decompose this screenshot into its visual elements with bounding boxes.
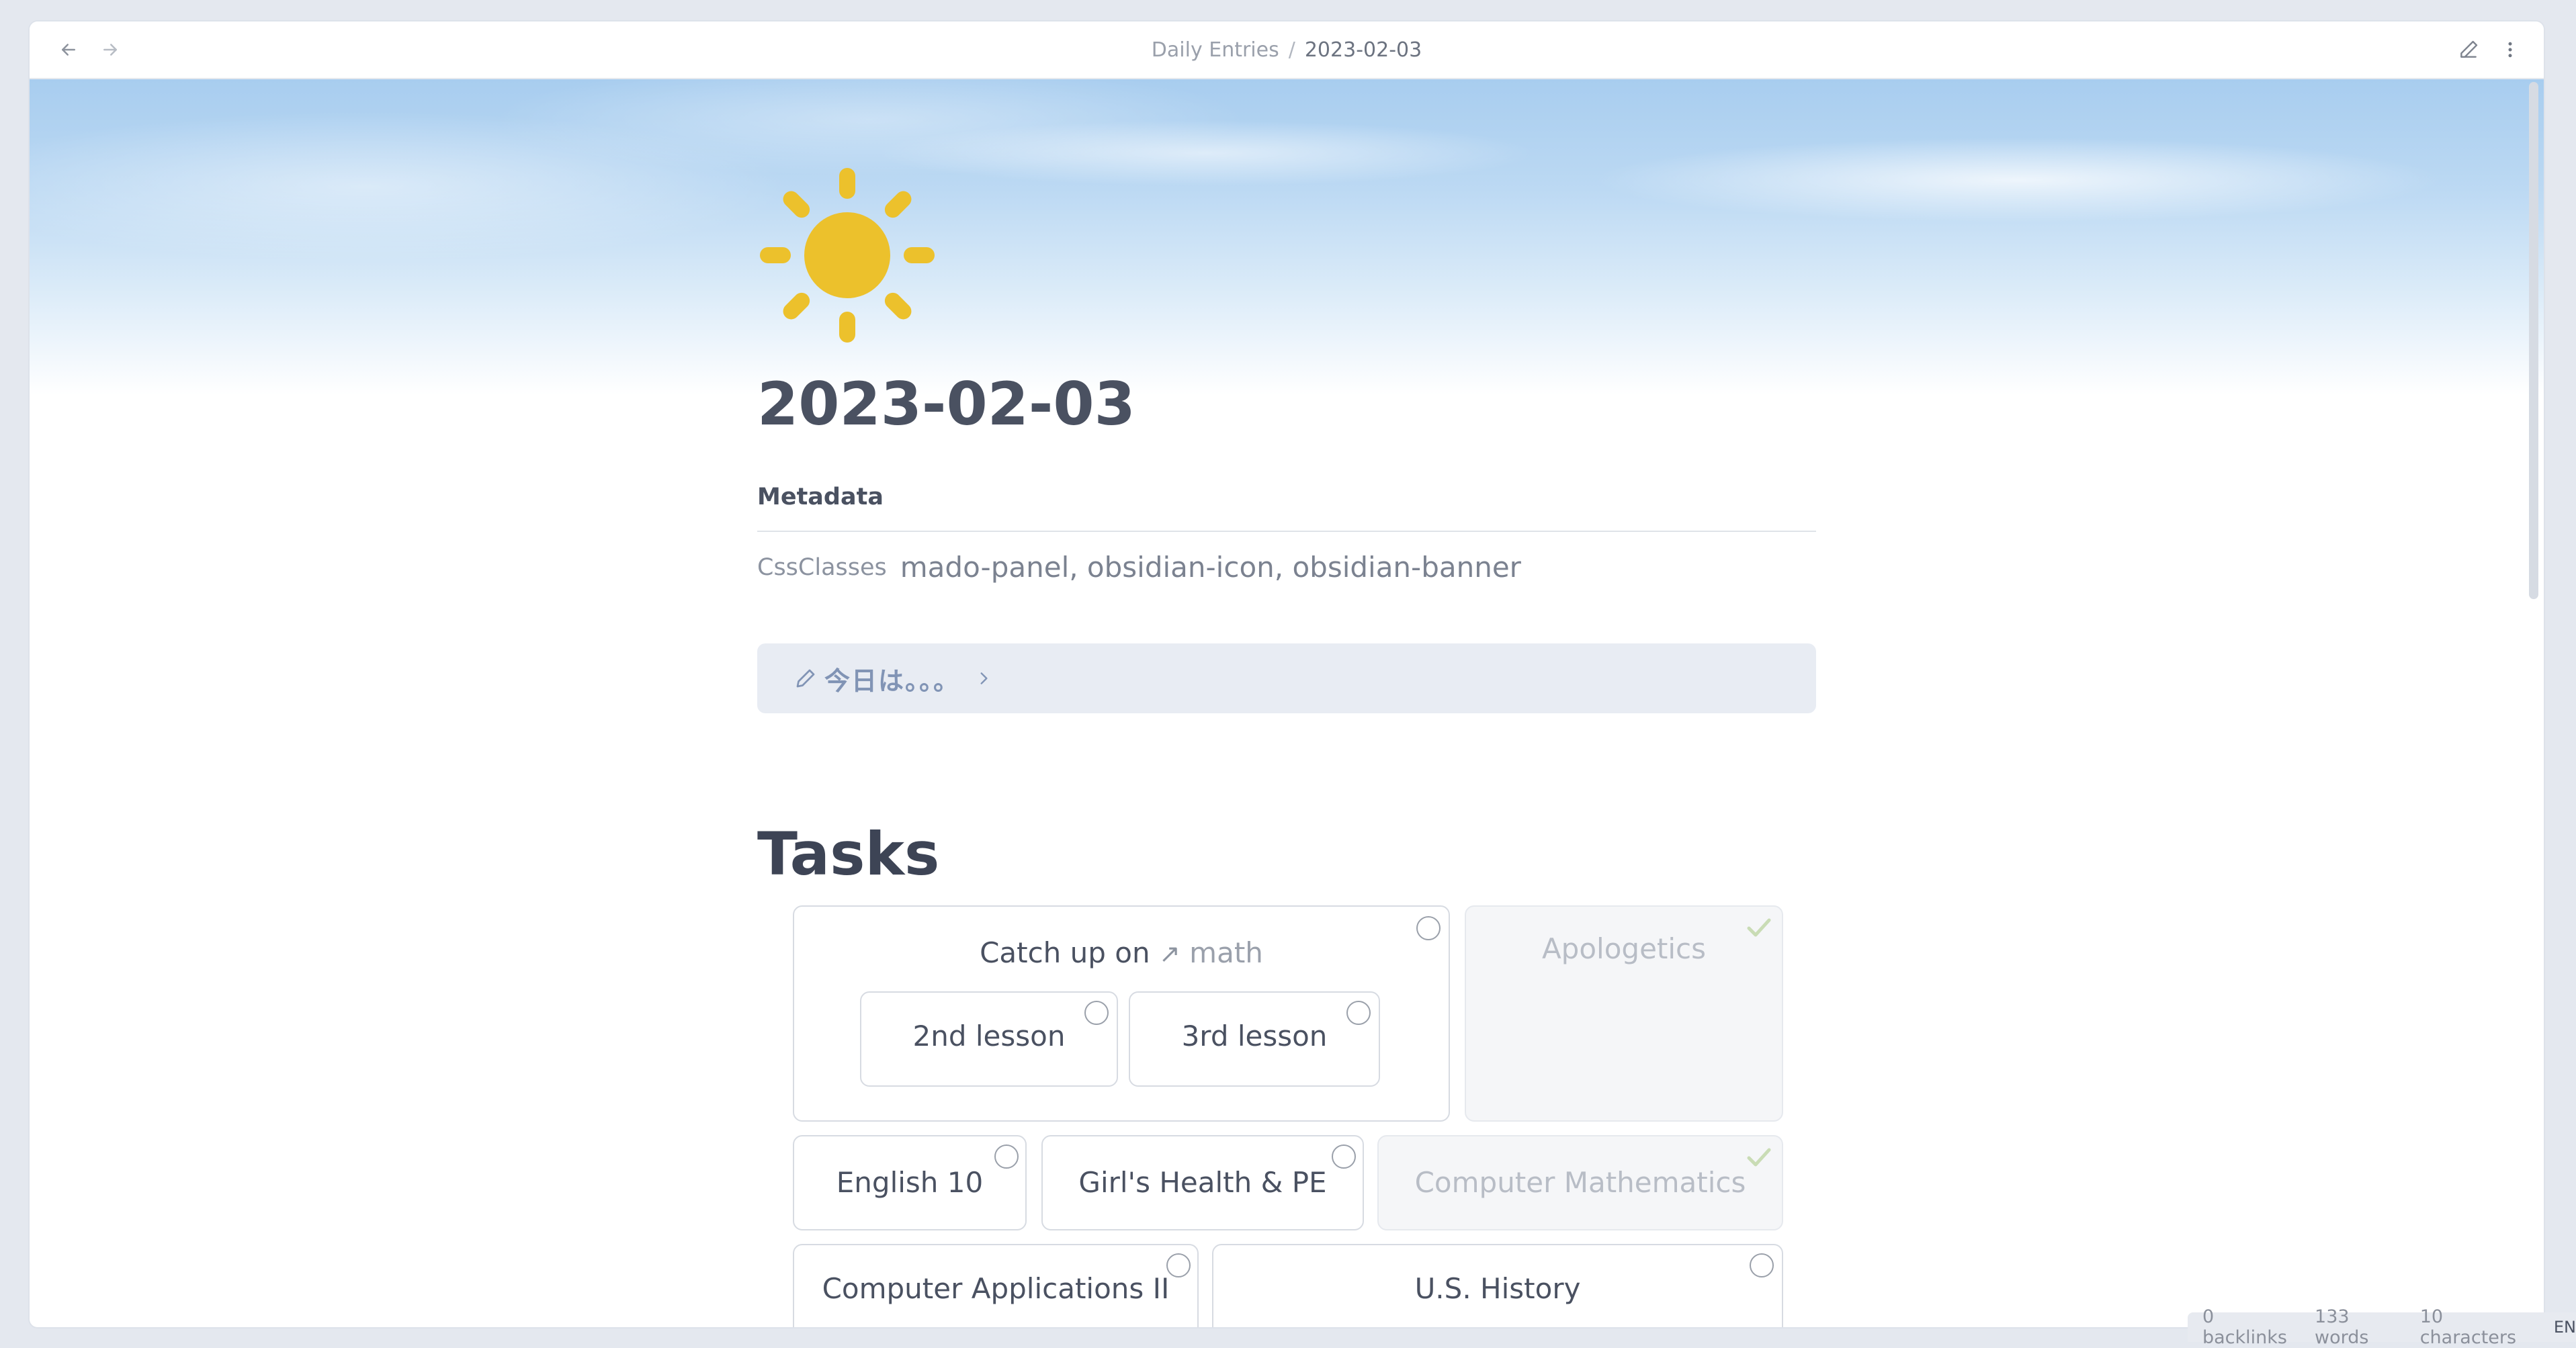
- task-label: Apologetics: [1541, 932, 1707, 965]
- task-card-3rd-lesson[interactable]: 3rd lesson: [1129, 991, 1380, 1087]
- task-checkbox[interactable]: [1416, 916, 1441, 940]
- metadata-property[interactable]: CssClasses mado-panel, obsidian-icon, ob…: [757, 551, 1521, 584]
- note-title[interactable]: 2023-02-03: [757, 364, 1135, 445]
- task-label: 3rd lesson: [1181, 1020, 1328, 1052]
- title-bar: Daily Entries / 2023-02-03: [30, 21, 2544, 79]
- external-link-icon: ↗: [1158, 939, 1180, 969]
- task-checkbox[interactable]: [1084, 1001, 1109, 1025]
- task-checkbox[interactable]: [1346, 1001, 1371, 1025]
- task-checkbox[interactable]: [994, 1144, 1019, 1169]
- breadcrumb-parent[interactable]: Daily Entries: [1152, 38, 1279, 62]
- checkmark-icon[interactable]: [1746, 916, 1772, 939]
- tasks-heading[interactable]: Tasks: [757, 814, 939, 895]
- status-bar: 0 backlinks 133 words 10 characters EN: [2188, 1306, 2576, 1348]
- pencil-icon: [2460, 40, 2478, 58]
- task-card-english[interactable]: English 10: [793, 1135, 1027, 1230]
- task-prefix: Catch up on: [980, 936, 1150, 969]
- task-label: English 10: [836, 1166, 984, 1199]
- metadata-divider: [757, 531, 1816, 532]
- task-card-health[interactable]: Girl's Health & PE: [1041, 1135, 1364, 1230]
- math-link[interactable]: math: [1189, 936, 1263, 969]
- task-card-catchup[interactable]: Catch up on ↗ math 2nd lesson 3rd lesson: [793, 905, 1450, 1122]
- edit-button[interactable]: [2452, 34, 2485, 66]
- sun-icon: [760, 168, 935, 343]
- task-checkbox[interactable]: [1750, 1253, 1774, 1277]
- task-checkbox[interactable]: [1332, 1144, 1356, 1169]
- breadcrumb-separator: /: [1288, 38, 1295, 62]
- task-label-catchup: Catch up on ↗ math: [794, 936, 1449, 969]
- checkmark-icon[interactable]: [1746, 1146, 1772, 1169]
- callout-title: 今日は。。。: [824, 666, 961, 696]
- task-checkbox[interactable]: [1166, 1253, 1191, 1277]
- task-label: Girl's Health & PE: [1078, 1166, 1327, 1199]
- pencil-icon: [796, 669, 815, 688]
- callout-box[interactable]: 今日は。。。: [757, 643, 1816, 713]
- more-vertical-icon: [2508, 42, 2512, 58]
- scrollbar[interactable]: [2529, 82, 2538, 599]
- task-card-computer-mathematics[interactable]: Computer Mathematics: [1377, 1135, 1783, 1230]
- task-card-us-history[interactable]: U.S. History: [1212, 1244, 1783, 1327]
- breadcrumb-current[interactable]: 2023-02-03: [1305, 38, 1422, 62]
- more-options-button[interactable]: [2494, 34, 2526, 66]
- property-key[interactable]: CssClasses: [757, 554, 887, 581]
- metadata-heading[interactable]: Metadata: [757, 484, 884, 510]
- app-window: Daily Entries / 2023-02-03 2023-02-03 Me…: [30, 21, 2544, 1327]
- task-label: Computer Mathematics: [1414, 1166, 1746, 1199]
- task-label: U.S. History: [1414, 1272, 1581, 1305]
- task-card-apologetics[interactable]: Apologetics: [1465, 905, 1783, 1122]
- task-card-2nd-lesson[interactable]: 2nd lesson: [860, 991, 1118, 1087]
- breadcrumb: Daily Entries / 2023-02-03: [30, 21, 2544, 78]
- language-indicator[interactable]: EN: [2554, 1318, 2576, 1337]
- task-label: 2nd lesson: [912, 1020, 1066, 1052]
- chevron-right-icon[interactable]: [975, 670, 992, 687]
- property-value[interactable]: mado-panel, obsidian-icon, obsidian-bann…: [900, 551, 1521, 584]
- note-banner: [30, 79, 2544, 395]
- task-card-computer-applications[interactable]: Computer Applications II: [793, 1244, 1199, 1327]
- task-label: Computer Applications II: [822, 1272, 1170, 1305]
